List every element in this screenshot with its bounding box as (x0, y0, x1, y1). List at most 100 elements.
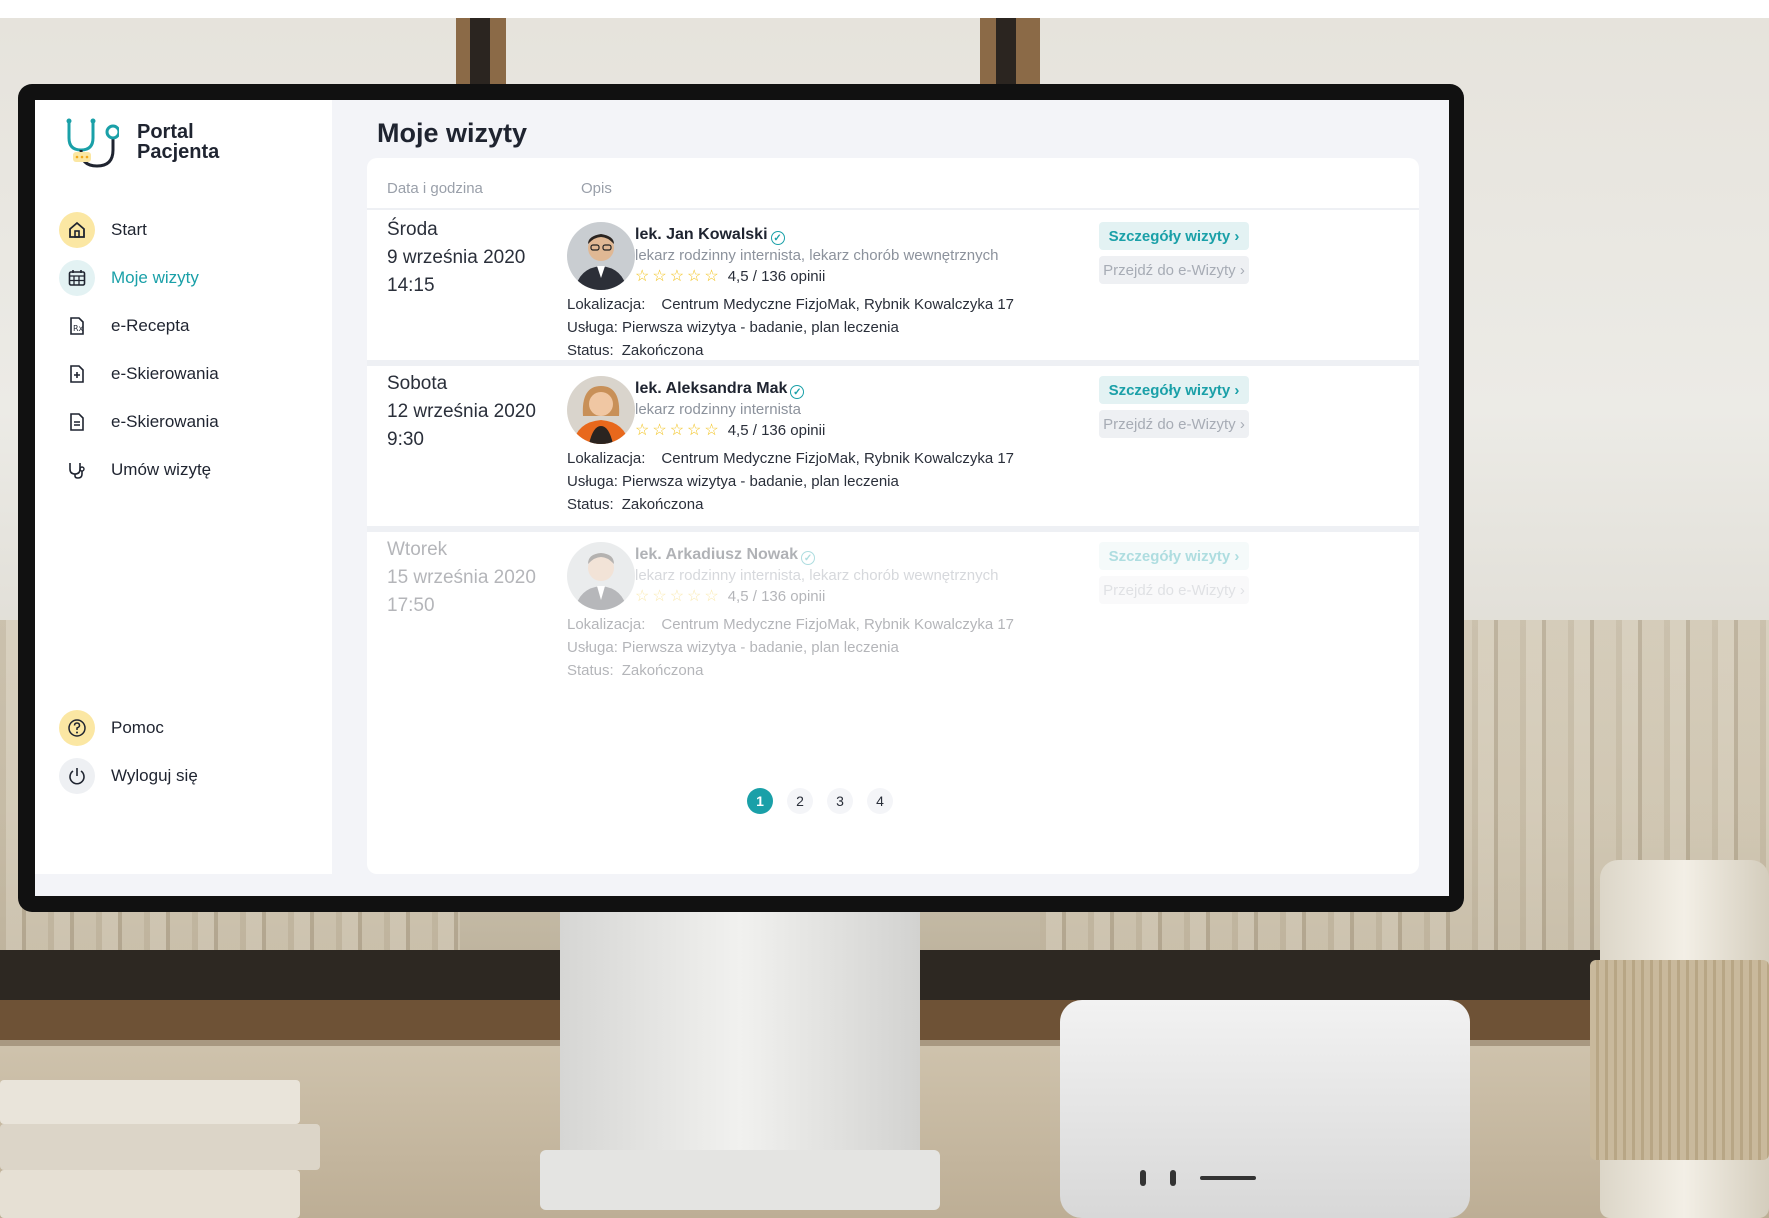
doctor-avatar (567, 376, 635, 444)
service-line: Usługa: Pierwsza wizytya - badanie, plan… (567, 319, 899, 336)
book (0, 1080, 300, 1124)
prescription-icon: Rx (59, 308, 95, 344)
status-line: Status: Zakończona (567, 342, 703, 359)
sidebar-item-label: e-Skierowania (111, 412, 219, 431)
sidebar-item-moje-wizyty[interactable]: Moje wizyty (59, 258, 199, 298)
table-row: Wtorek 15 września 2020 17:50 lek. Arkad… (367, 532, 1419, 692)
go-to-e-visit-button[interactable]: Przejdź do e-Wizyty › (1099, 576, 1249, 604)
status-line: Status: Zakończona (567, 662, 703, 679)
status-value: Zakończona (621, 342, 704, 359)
sidebar-item-label: Pomoc (111, 718, 164, 737)
brand-line-2: Pacjenta (137, 141, 220, 163)
app-screen: Portal Pacjenta Start Moje wizyty Rx e-R… (35, 100, 1449, 896)
brand-name: Portal Pacjenta (137, 122, 219, 162)
service-value: Pierwsza wizytya - badanie, plan leczeni… (622, 319, 899, 336)
book (0, 1170, 300, 1218)
doctor-name-text: lek. Aleksandra Mak (635, 380, 788, 397)
location-line: Lokalizacja: Centrum Medyczne FizjoMak, R… (567, 616, 1014, 633)
table-row: Sobota 12 września 2020 9:30 lek. Aleksa… (367, 366, 1419, 526)
wall-strip (0, 0, 1769, 18)
location-value: Centrum Medyczne FizjoMak, Rybnik Kowalc… (661, 616, 1015, 633)
service-line: Usługa: Pierwsza wizytya - badanie, plan… (567, 473, 899, 490)
verified-check-icon: ✓ (770, 231, 785, 245)
location-value: Centrum Medyczne FizjoMak, Rybnik Kowalc… (661, 450, 1015, 467)
verified-check-icon: ✓ (801, 551, 816, 565)
sidebar-item-label: Moje wizyty (111, 268, 199, 287)
service-label: Usługa: (567, 319, 618, 336)
page-button-4[interactable]: 4 (867, 788, 893, 814)
help-icon (59, 710, 95, 746)
status-value: Zakończona (621, 496, 704, 513)
appointment-day: Środa (387, 219, 438, 240)
go-to-e-visit-button[interactable]: Przejdź do e-Wizyty › (1099, 256, 1249, 284)
sidebar-item-wyloguj[interactable]: Wyloguj się (59, 756, 198, 796)
appointment-date: 9 września 2020 (387, 247, 526, 268)
column-header-date: Data i godzina (387, 180, 483, 197)
stethoscope-icon (59, 452, 95, 488)
doctor-name-text: lek. Arkadiusz Nowak (635, 546, 799, 563)
file-plus-icon (59, 356, 95, 392)
appointment-details-button[interactable]: Szczegóły wizyty › (1099, 542, 1249, 570)
doctor-name-text: lek. Jan Kowalski (635, 226, 768, 243)
home-icon (59, 212, 95, 248)
doctor-name: lek. Aleksandra Mak ✓ (635, 380, 805, 399)
appointment-day: Wtorek (387, 539, 448, 560)
service-line: Usługa: Pierwsza wizytya - badanie, plan… (567, 639, 899, 656)
doctor-specialty: lekarz rodzinny internista, lekarz choró… (635, 567, 999, 584)
star-rating-icon: ☆☆☆☆☆ (635, 422, 722, 439)
location-line: Lokalizacja: Centrum Medyczne FizjoMak, R… (567, 450, 1014, 467)
location-label: Lokalizacja: (567, 296, 646, 313)
monitor-stand (560, 912, 920, 1152)
appointment-date: 15 września 2020 (387, 567, 536, 588)
status-label: Status: (567, 342, 614, 359)
window-mullion (470, 18, 490, 88)
appointment-time: 17:50 (387, 595, 435, 616)
go-to-e-visit-button[interactable]: Przejdź do e-Wizyty › (1099, 410, 1249, 438)
status-label: Status: (567, 496, 614, 513)
doctor-rating: ☆☆☆☆☆ 4,5 / 136 opinii (635, 266, 825, 286)
star-rating-icon: ☆☆☆☆☆ (635, 588, 722, 605)
sidebar: Portal Pacjenta Start Moje wizyty Rx e-R… (35, 100, 332, 874)
doctor-avatar (567, 542, 635, 610)
page-button-2[interactable]: 2 (787, 788, 813, 814)
doctor-rating: ☆☆☆☆☆ 4,5 / 136 opinii (635, 586, 825, 606)
doctor-avatar (567, 222, 635, 290)
service-value: Pierwsza wizytya - badanie, plan leczeni… (622, 473, 899, 490)
power-icon (59, 758, 95, 794)
doctor-name: lek. Arkadiusz Nowak ✓ (635, 546, 816, 565)
sidebar-item-start[interactable]: Start (59, 210, 147, 250)
appointment-datetime: Środa 9 września 2020 14:15 (387, 216, 525, 300)
star-rating-icon: ☆☆☆☆☆ (635, 268, 722, 285)
appointment-day: Sobota (387, 373, 448, 394)
service-label: Usługa: (567, 639, 618, 656)
doctor-name: lek. Jan Kowalski ✓ (635, 226, 785, 245)
sidebar-item-e-skierowania[interactable]: e-Skierowania (59, 354, 219, 394)
sidebar-item-umow-wizyte[interactable]: Umów wizytę (59, 450, 211, 490)
sidebar-item-e-skierowania-2[interactable]: e-Skierowania (59, 402, 219, 442)
status-label: Status: (567, 662, 614, 679)
page-button-1[interactable]: 1 (747, 788, 773, 814)
sidebar-item-label: Wyloguj się (111, 766, 198, 785)
location-label: Lokalizacja: (567, 616, 646, 633)
page-title: Moje wizyty (377, 118, 528, 148)
sidebar-item-pomoc[interactable]: Pomoc (59, 708, 164, 748)
page-button-3[interactable]: 3 (827, 788, 853, 814)
appointment-details-button[interactable]: Szczegóły wizyty › (1099, 376, 1249, 404)
appointment-time: 9:30 (387, 429, 424, 450)
monitor-stand-base (540, 1150, 940, 1210)
sidebar-item-e-recepta[interactable]: Rx e-Recepta (59, 306, 189, 346)
service-label: Usługa: (567, 473, 618, 490)
appointment-date: 12 września 2020 (387, 401, 536, 422)
mini-computer (1060, 1000, 1470, 1218)
doctor-specialty: lekarz rodzinny internista, lekarz choró… (635, 247, 999, 264)
appointment-details-button[interactable]: Szczegóły wizyty › (1099, 222, 1249, 250)
rating-text: 4,5 / 136 opinii (727, 267, 826, 285)
document-icon (59, 404, 95, 440)
brand-line-1: Portal (137, 121, 194, 143)
stethoscope-chat-logo-icon (66, 118, 119, 168)
cup-sleeve (1590, 960, 1769, 1160)
sidebar-item-label: Start (111, 220, 147, 239)
rating-text: 4,5 / 136 opinii (727, 421, 826, 439)
appointments-card: Data i godzina Opis Środa 9 września 202… (367, 158, 1419, 874)
appointment-time: 14:15 (387, 275, 435, 296)
